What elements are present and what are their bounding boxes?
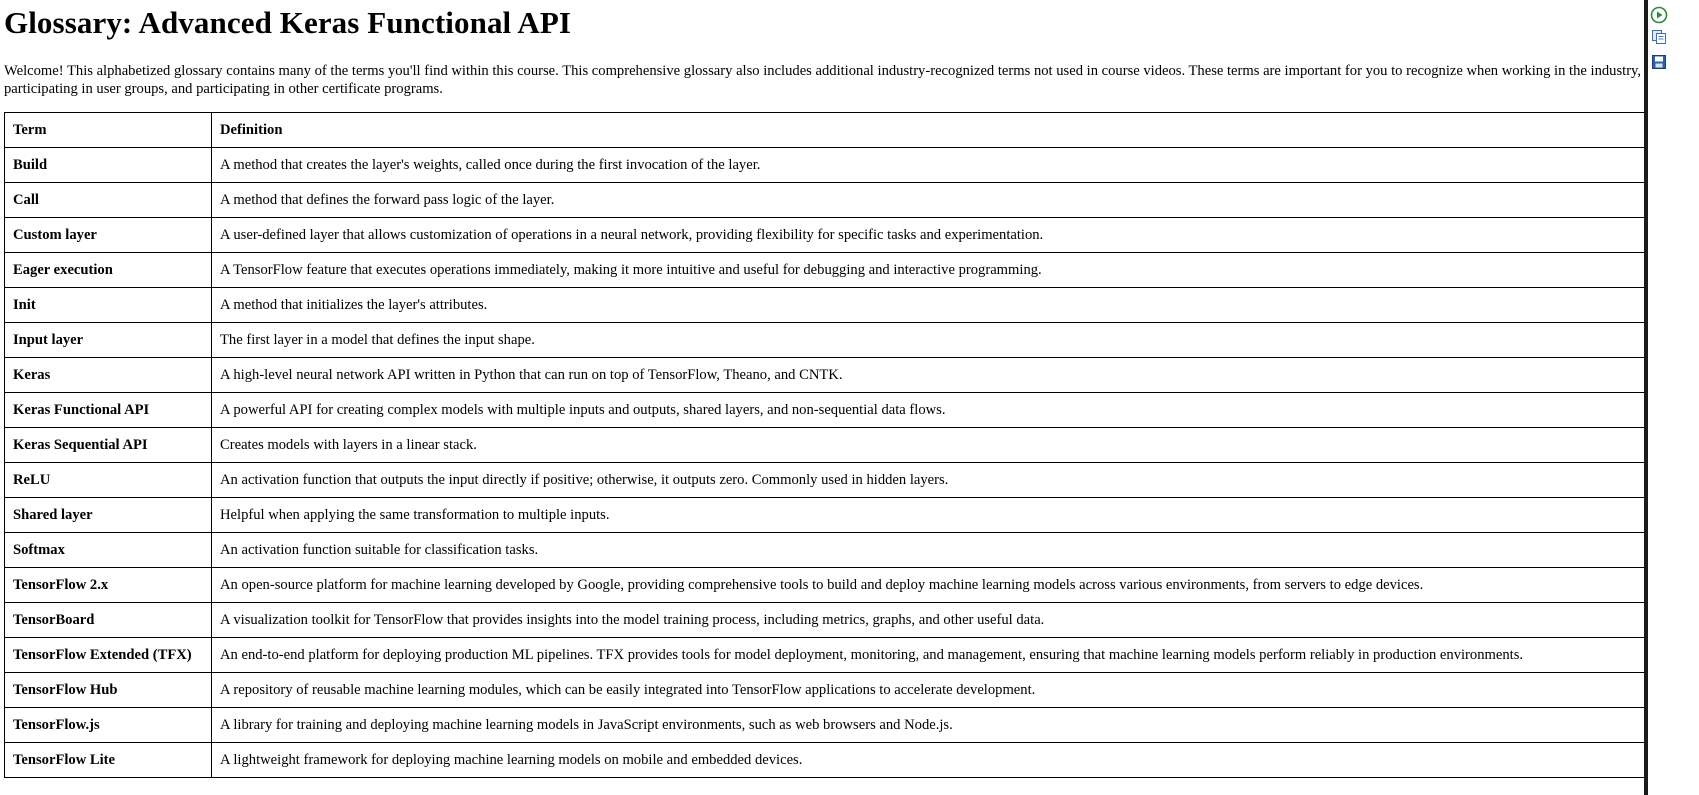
table-row: Eager execution A TensorFlow feature that… (4, 252, 1666, 288)
term-cell: Custom layer (4, 217, 212, 253)
term-cell: Softmax (4, 532, 212, 568)
term-cell: ReLU (4, 462, 212, 498)
definition-cell: A method that initializes the layer's at… (211, 287, 1666, 323)
definition-cell: A repository of reusable machine learnin… (211, 672, 1666, 708)
table-row: Shared layer Helpful when applying the sa… (4, 497, 1666, 533)
term-cell: Eager execution (4, 252, 212, 288)
term-cell: Input layer (4, 322, 212, 358)
column-header-definition: Definition (211, 112, 1666, 148)
term-cell: TensorFlow.js (4, 707, 212, 743)
table-row: Keras Functional API A powerful API for c… (4, 392, 1666, 428)
table-row: TensorFlow.js A library for training and … (4, 707, 1666, 743)
definition-cell: Creates models with layers in a linear s… (211, 427, 1666, 463)
term-cell: TensorFlow Hub (4, 672, 212, 708)
term-cell: TensorFlow 2.x (4, 567, 212, 603)
table-row: TensorFlow Hub A repository of reusable m… (4, 672, 1666, 708)
term-cell: TensorBoard (4, 602, 212, 638)
save-icon[interactable] (1650, 53, 1668, 71)
term-cell: Shared layer (4, 497, 212, 533)
table-row: Input layer The first layer in a model th… (4, 322, 1666, 358)
definition-cell: Helpful when applying the same transform… (211, 497, 1666, 533)
table-row: Init A method that initializes the layer'… (4, 287, 1666, 323)
term-cell: TensorFlow Lite (4, 742, 212, 778)
table-row: Build A method that creates the layer's w… (4, 147, 1666, 183)
play-icon[interactable] (1650, 6, 1668, 24)
table-row: Keras Sequential API Creates models with … (4, 427, 1666, 463)
term-cell: Call (4, 182, 212, 218)
glossary-body: Build A method that creates the layer's w… (4, 147, 1666, 778)
table-row: Call A method that defines the forward pa… (4, 182, 1666, 218)
table-row: TensorFlow Lite A lightweight framework f… (4, 742, 1666, 778)
intro-paragraph: Welcome! This alphabetized glossary cont… (4, 63, 1642, 97)
definition-cell: A visualization toolkit for TensorFlow t… (211, 602, 1666, 638)
table-row: TensorFlow 2.x An open-source platform fo… (4, 567, 1666, 603)
glossary-table: Term Definition Build A method that creat… (4, 112, 1666, 778)
definition-cell: An activation function that outputs the … (211, 462, 1666, 498)
definition-cell: An open-source platform for machine lear… (211, 567, 1666, 603)
term-cell: Init (4, 287, 212, 323)
definition-cell: A method that creates the layer's weight… (211, 147, 1666, 183)
table-header-row: Term Definition (4, 112, 1666, 148)
glossary-content: Glossary: Advanced Keras Functional API … (4, 0, 1666, 778)
page-title: Glossary: Advanced Keras Functional API (4, 5, 572, 40)
definition-cell: A user-defined layer that allows customi… (211, 217, 1666, 253)
definition-cell: An end-to-end platform for deploying pro… (211, 637, 1666, 673)
side-toolbar (1648, 0, 1699, 795)
definition-cell: An activation function suitable for clas… (211, 532, 1666, 568)
copy-icon[interactable] (1650, 28, 1668, 46)
table-row: Softmax An activation function suitable f… (4, 532, 1666, 568)
term-cell: Keras Sequential API (4, 427, 212, 463)
term-cell: Keras Functional API (4, 392, 212, 428)
definition-cell: A lightweight framework for deploying ma… (211, 742, 1666, 778)
definition-cell: The first layer in a model that defines … (211, 322, 1666, 358)
table-row: Keras A high-level neural network API wri… (4, 357, 1666, 393)
table-row: TensorFlow Extended (TFX) An end-to-end p… (4, 637, 1666, 673)
definition-cell: A powerful API for creating complex mode… (211, 392, 1666, 428)
term-cell: Build (4, 147, 212, 183)
table-row: Custom layer A user-defined layer that al… (4, 217, 1666, 253)
definition-cell: A library for training and deploying mac… (211, 707, 1666, 743)
definition-cell: A TensorFlow feature that executes opera… (211, 252, 1666, 288)
definition-cell: A method that defines the forward pass l… (211, 182, 1666, 218)
table-row: TensorBoard A visualization toolkit for T… (4, 602, 1666, 638)
term-cell: TensorFlow Extended (TFX) (4, 637, 212, 673)
definition-cell: A high-level neural network API written … (211, 357, 1666, 393)
table-row: ReLU An activation function that outputs … (4, 462, 1666, 498)
column-header-term: Term (4, 112, 212, 148)
term-cell: Keras (4, 357, 212, 393)
